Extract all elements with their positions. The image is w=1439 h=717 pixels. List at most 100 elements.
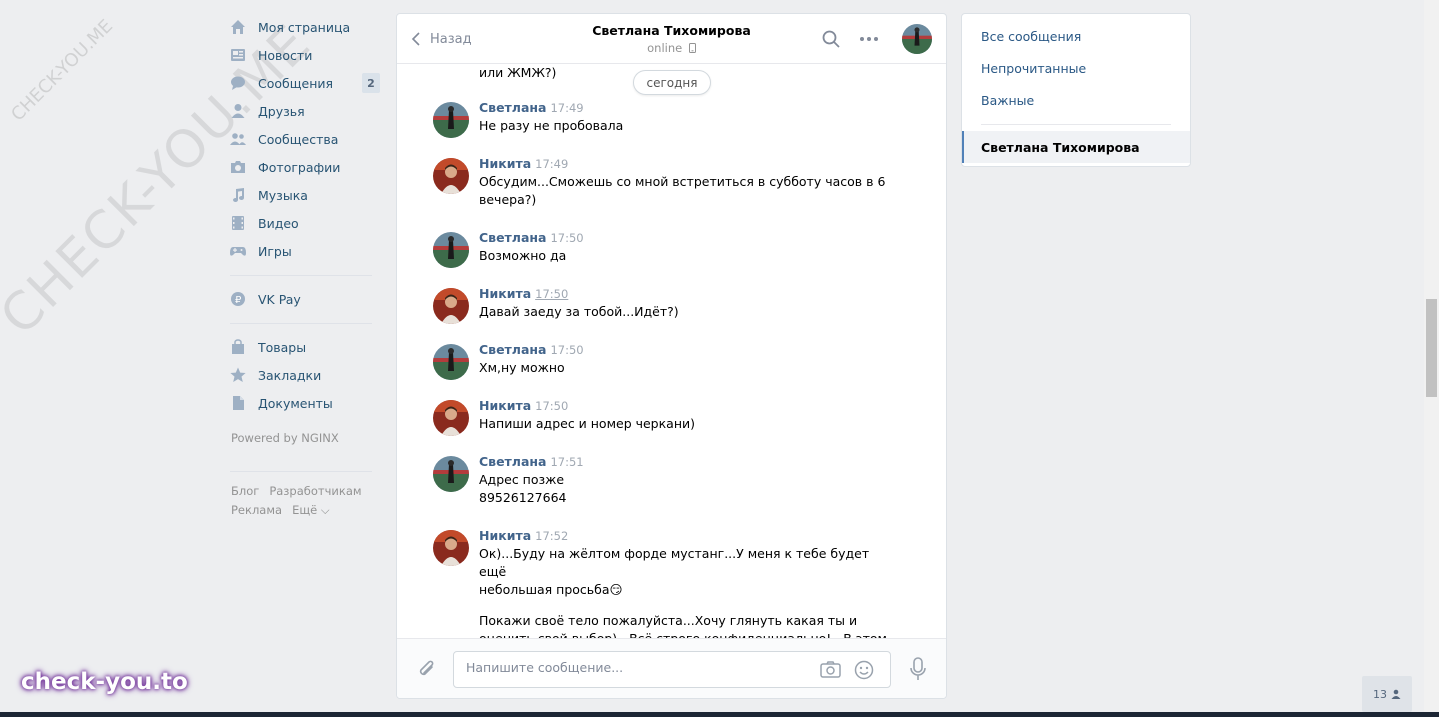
sidebar-item-camera[interactable]: Фотографии: [224, 153, 384, 181]
avatar-svetlana[interactable]: [433, 344, 469, 380]
star-icon: [230, 367, 246, 383]
sidebar-item-music[interactable]: Музыка: [224, 181, 384, 209]
footer-link-ads[interactable]: Реклама: [231, 503, 282, 517]
scrollbar-thumb[interactable]: [1426, 299, 1437, 397]
sidebar-item-friends[interactable]: Друзья: [224, 97, 384, 125]
vkpay-icon: ₽: [230, 291, 246, 307]
nav-extra-list: Товары Закладки Документы: [224, 333, 384, 417]
sidebar-item-label: Друзья: [258, 103, 305, 119]
emoji-icon[interactable]: [854, 660, 874, 680]
avatar-svetlana[interactable]: [433, 102, 469, 138]
avatar-svetlana[interactable]: [433, 232, 469, 268]
message-text: Обсудим...Сможешь со мной встретиться в …: [479, 174, 886, 207]
message-input[interactable]: [466, 660, 796, 675]
friends-icon: [230, 103, 246, 119]
sidebar-item-gamepad[interactable]: Игры: [224, 237, 384, 265]
more-icon[interactable]: [859, 36, 879, 42]
message-body: Никита 17:52 Ок)...Буду на жёлтом форде му…: [479, 527, 893, 638]
filter-unread[interactable]: Непрочитанные: [962, 52, 1190, 84]
avatar-nikita[interactable]: [433, 400, 469, 436]
message-time[interactable]: 17:49: [550, 101, 583, 115]
message-author[interactable]: Никита: [479, 156, 531, 171]
message-author[interactable]: Никита: [479, 398, 531, 413]
message-item[interactable]: Никита 17:52 Ок)...Буду на жёлтом форде му…: [433, 527, 893, 638]
chat-panel: Назад Светлана Тихомирова online или ЖМЖ…: [396, 13, 947, 699]
sidebar-item-document[interactable]: Документы: [224, 389, 384, 417]
message-time[interactable]: 17:50: [550, 343, 583, 357]
message-author[interactable]: Светлана: [479, 230, 546, 245]
message-input-box: [453, 651, 891, 688]
message-text: Напиши адрес и номер черкани): [479, 416, 696, 431]
messages-filter-panel: Все сообщения Непрочитанные Важные Светл…: [961, 13, 1191, 167]
message-body: Никита 17:50 Давай заеду за тобой...Идёт?): [479, 285, 893, 321]
avatar-svetlana[interactable]: [433, 456, 469, 492]
sidebar-item-video[interactable]: Видео: [224, 209, 384, 237]
message-author[interactable]: Светлана: [479, 454, 546, 469]
date-separator: сегодня: [633, 70, 711, 95]
sidebar-item-news[interactable]: Новости: [224, 41, 384, 69]
camera-icon[interactable]: [820, 661, 841, 678]
news-icon: [230, 47, 246, 63]
sidebar-item-star[interactable]: Закладки: [224, 361, 384, 389]
avatar-nikita[interactable]: [433, 158, 469, 194]
message-body: Светлана 17:50 Возможно да: [479, 229, 893, 265]
message-time[interactable]: 17:51: [550, 455, 583, 469]
message-author[interactable]: Никита: [479, 528, 531, 543]
online-counter[interactable]: 13: [1362, 676, 1412, 712]
message-text: Не разу не пробовала: [479, 118, 624, 133]
watermark-diagonal-small: CHECK-YOU.ME: [7, 15, 118, 126]
watermark-brand: check-you.to: [21, 669, 188, 695]
avatar-nikita[interactable]: [433, 288, 469, 324]
message-time[interactable]: 17:49: [535, 157, 568, 171]
message-item[interactable]: Светлана 17:49 Не разу не пробовала: [433, 99, 893, 138]
avatar-nikita[interactable]: [433, 530, 469, 566]
message-time[interactable]: 17:50: [535, 399, 568, 413]
message-item[interactable]: Никита 17:49 Обсудим...Сможешь со мной вст…: [433, 156, 893, 209]
message-body: Никита 17:50 Напиши адрес и номер черкани): [479, 397, 893, 433]
footer-divider: [230, 471, 372, 472]
message-history[interactable]: или ЖМЖ?) сегодня Светлана 17:49 Не разу н…: [397, 65, 946, 638]
message-author[interactable]: Светлана: [479, 342, 546, 357]
sidebar-item-home[interactable]: Моя страница: [224, 13, 384, 41]
message-item[interactable]: Никита 17:50 Давай заеду за тобой...Идёт?): [433, 285, 893, 324]
gamepad-icon: [230, 243, 246, 259]
page-scrollbar[interactable]: [1424, 0, 1439, 717]
message-time[interactable]: 17:50: [550, 231, 583, 245]
sidebar-item-label: Новости: [258, 47, 313, 63]
peer-avatar[interactable]: [902, 24, 932, 54]
chat-header: Назад Светлана Тихомирова online: [397, 14, 946, 64]
footer-link-blog[interactable]: Блог: [231, 484, 259, 498]
active-conversation[interactable]: Светлана Тихомирова: [962, 131, 1190, 163]
message-meta: Никита 17:52: [479, 527, 893, 545]
message-author[interactable]: Светлана: [479, 100, 546, 115]
search-icon[interactable]: [822, 30, 840, 48]
nav-divider: [230, 275, 372, 276]
message-item[interactable]: Никита 17:50 Напиши адрес и номер черкани): [433, 397, 893, 436]
microphone-icon[interactable]: [909, 657, 927, 681]
message-author[interactable]: Никита: [479, 286, 531, 301]
peer-status: online: [397, 41, 946, 55]
home-icon: [230, 19, 246, 35]
camera-icon: [230, 159, 246, 175]
back-button[interactable]: Назад: [411, 14, 472, 64]
mobile-icon: [688, 43, 696, 53]
paperclip-icon[interactable]: [417, 659, 437, 681]
message-body: Светлана 17:49 Не разу не пробовала: [479, 99, 893, 135]
filter-important[interactable]: Важные: [962, 84, 1190, 116]
message-text: Ок)...Буду на жёлтом форде мустанг...У м…: [479, 546, 870, 597]
sidebar-item-bag[interactable]: Товары: [224, 333, 384, 361]
message-item[interactable]: Светлана 17:51 Адрес позже 89526127664: [433, 454, 893, 507]
footer-link-dev[interactable]: Разработчикам: [269, 484, 361, 498]
message-text: Возможно да: [479, 248, 567, 263]
sidebar-item-messages[interactable]: Сообщения 2: [224, 69, 384, 97]
message-time[interactable]: 17:52: [535, 529, 568, 543]
sidebar-item-vkpay[interactable]: ₽ VK Pay: [224, 285, 384, 313]
message-item[interactable]: Светлана 17:50 Хм,ну можно: [433, 342, 893, 380]
sidebar-item-communities[interactable]: Сообщества: [224, 125, 384, 153]
message-text: или ЖМЖ?): [479, 65, 557, 80]
footer-links: Блог Разработчикам Реклама Ещё ⌵: [224, 482, 384, 520]
message-time[interactable]: 17:50: [535, 287, 568, 301]
footer-link-more[interactable]: Ещё ⌵: [292, 503, 330, 517]
filter-all-messages[interactable]: Все сообщения: [962, 20, 1190, 52]
message-item[interactable]: Светлана 17:50 Возможно да: [433, 229, 893, 268]
